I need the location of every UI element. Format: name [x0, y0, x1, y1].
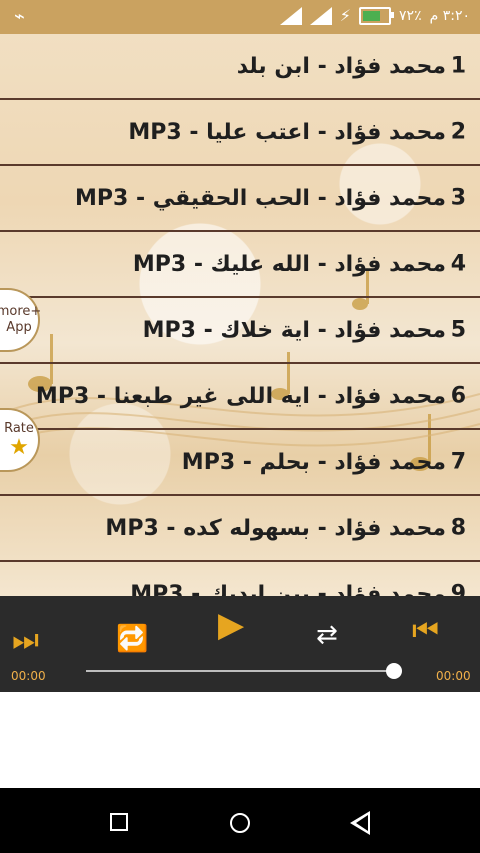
next-icon[interactable]: ⏭	[12, 626, 39, 656]
current-time: 00:00	[11, 669, 46, 683]
track-title: محمد فؤاد - بسهوله كده - MP3	[105, 515, 446, 541]
charging-icon: ⚡	[339, 6, 352, 25]
recent-apps-icon[interactable]	[110, 813, 128, 831]
battery-fill	[363, 10, 381, 21]
track-row-5[interactable]: محمد فؤاد - اية خلاك - MP3 5	[0, 298, 480, 364]
play-icon[interactable]: ▶	[218, 608, 244, 642]
signal-icon-2	[309, 6, 332, 25]
track-title: محمد فؤاد - بحلم - MP3	[181, 449, 446, 475]
track-row-3[interactable]: محمد فؤاد - الحب الحقيقي - MP3 3	[0, 166, 480, 232]
track-list[interactable]: محمد فؤاد - ابن بلد 1 محمد فؤاد - اعتب ع…	[0, 34, 480, 596]
track-number: 1	[450, 53, 466, 79]
track-title: محمد فؤاد - ابن بلد	[236, 53, 446, 79]
total-time: 00:00	[436, 669, 471, 683]
track-row-8[interactable]: محمد فؤاد - بسهوله كده - MP3 8	[0, 496, 480, 562]
track-row-6[interactable]: محمد فؤاد - ايه اللى غير طبعنا - MP3 6	[0, 364, 480, 430]
track-row-2[interactable]: محمد فؤاد - اعتب عليا - MP3 2	[0, 100, 480, 166]
track-title: محمد فؤاد - الحب الحقيقي - MP3	[74, 185, 446, 211]
track-number: 3	[450, 185, 466, 211]
track-number: 9	[450, 581, 466, 597]
status-right: ⚡ ٧٢٪ ٣:٢٠ م	[279, 6, 470, 25]
track-number: 2	[450, 119, 466, 145]
seek-bar[interactable]	[86, 670, 396, 672]
track-row-1[interactable]: محمد فؤاد - ابن بلد 1	[0, 34, 480, 100]
track-number: 5	[450, 317, 466, 343]
home-icon[interactable]	[230, 813, 250, 833]
repeat-icon[interactable]: 🔁	[116, 624, 148, 654]
shuffle-icon[interactable]: ⇄	[316, 620, 338, 650]
status-time: ٣:٢٠ م	[429, 7, 470, 24]
track-number: 7	[450, 449, 466, 475]
track-number: 6	[450, 383, 466, 409]
track-number: 4	[450, 251, 466, 277]
previous-icon[interactable]: ⏮	[412, 616, 439, 646]
track-title: محمد فؤاد - اعتب عليا - MP3	[128, 119, 446, 145]
back-icon[interactable]	[350, 811, 370, 835]
empty-area	[0, 692, 480, 788]
usb-icon: ⌁	[14, 6, 25, 27]
battery-icon	[359, 6, 395, 25]
star-icon: ★	[9, 435, 29, 460]
track-title: محمد فؤاد - ايه اللى غير طبعنا - MP3	[35, 383, 446, 409]
status-bar: ⌁ ⚡ ٧٢٪ ٣:٢٠ م	[0, 0, 480, 34]
track-number: 8	[450, 515, 466, 541]
track-row-9[interactable]: محمد فؤاد - بين ايديك - MP3 9	[0, 562, 480, 597]
track-title: محمد فؤاد - بين ايديك - MP3	[130, 581, 446, 597]
track-row-4[interactable]: محمد فؤاد - الله عليك - MP3 4	[0, 232, 480, 298]
track-title: محمد فؤاد - الله عليك - MP3	[132, 251, 446, 277]
track-row-7[interactable]: محمد فؤاد - بحلم - MP3 7	[0, 430, 480, 496]
seek-thumb[interactable]	[386, 663, 402, 679]
more-apps-label: more+ App	[0, 304, 42, 335]
battery-percent: ٧٢٪	[399, 7, 422, 24]
track-title: محمد فؤاد - اية خلاك - MP3	[142, 317, 446, 343]
signal-icon	[279, 6, 302, 25]
